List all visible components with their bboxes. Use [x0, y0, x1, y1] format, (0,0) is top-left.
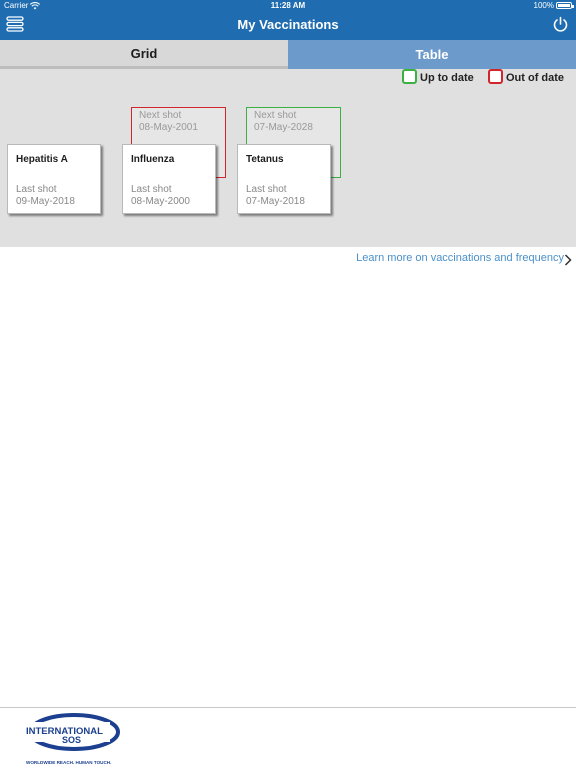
- vaccine-name: Influenza: [131, 154, 175, 165]
- status-bar: Carrier 11:28 AM 100%: [0, 0, 576, 12]
- chevron-right-icon[interactable]: [564, 254, 572, 266]
- next-shot-date: 07-May-2028: [254, 122, 313, 133]
- last-shot-date: 08-May-2000: [131, 196, 190, 207]
- last-shot-date: 09-May-2018: [16, 196, 75, 207]
- app-root: Carrier 11:28 AM 100% My Vaccinations Gr…: [0, 0, 576, 768]
- out-of-date-swatch: [488, 69, 503, 84]
- footer-divider: [0, 707, 576, 708]
- battery-icon: [556, 2, 574, 9]
- view-tabs: Grid Table: [0, 40, 576, 69]
- last-shot-label: Last shot: [131, 184, 172, 195]
- legend-up-to-date-label: Up to date: [420, 72, 474, 84]
- tab-grid[interactable]: Grid: [0, 40, 288, 69]
- vaccination-grid: Up to date Out of date Next shot 08-May-…: [0, 69, 576, 247]
- international-sos-logo: INTERNATIONAL SOS WORLDWIDE REACH. HUMAN…: [24, 713, 120, 765]
- learn-more-link[interactable]: Learn more on vaccinations and frequency: [0, 252, 564, 264]
- page-title: My Vaccinations: [237, 17, 339, 32]
- tab-table[interactable]: Table: [288, 40, 576, 69]
- vaccine-name: Hepatitis A: [16, 154, 68, 165]
- clock-label: 11:28 AM: [270, 1, 306, 10]
- up-to-date-swatch: [402, 69, 417, 84]
- vaccine-name: Tetanus: [246, 154, 284, 165]
- legend-out-of-date-label: Out of date: [506, 72, 565, 84]
- last-shot-label: Last shot: [246, 184, 287, 195]
- logo-tagline: WORLDWIDE REACH. HUMAN TOUCH.: [26, 760, 111, 765]
- last-shot-date: 07-May-2018: [246, 196, 305, 207]
- next-shot-label: Next shot: [254, 110, 297, 121]
- last-shot-label: Last shot: [16, 184, 57, 195]
- navigation-bar: Carrier 11:28 AM 100% My Vaccinations: [0, 0, 576, 40]
- tetanus-card[interactable]: Tetanus Last shot 07-May-2018: [237, 144, 331, 214]
- battery-percent: 100%: [533, 1, 554, 10]
- hepatitis-a-card[interactable]: Hepatitis A Last shot 09-May-2018: [7, 144, 101, 214]
- power-icon[interactable]: [552, 16, 569, 33]
- next-shot-label: Next shot: [139, 110, 182, 121]
- logo-line2: SOS: [62, 735, 81, 745]
- next-shot-date: 08-May-2001: [139, 122, 198, 133]
- influenza-card[interactable]: Influenza Last shot 08-May-2000: [122, 144, 216, 214]
